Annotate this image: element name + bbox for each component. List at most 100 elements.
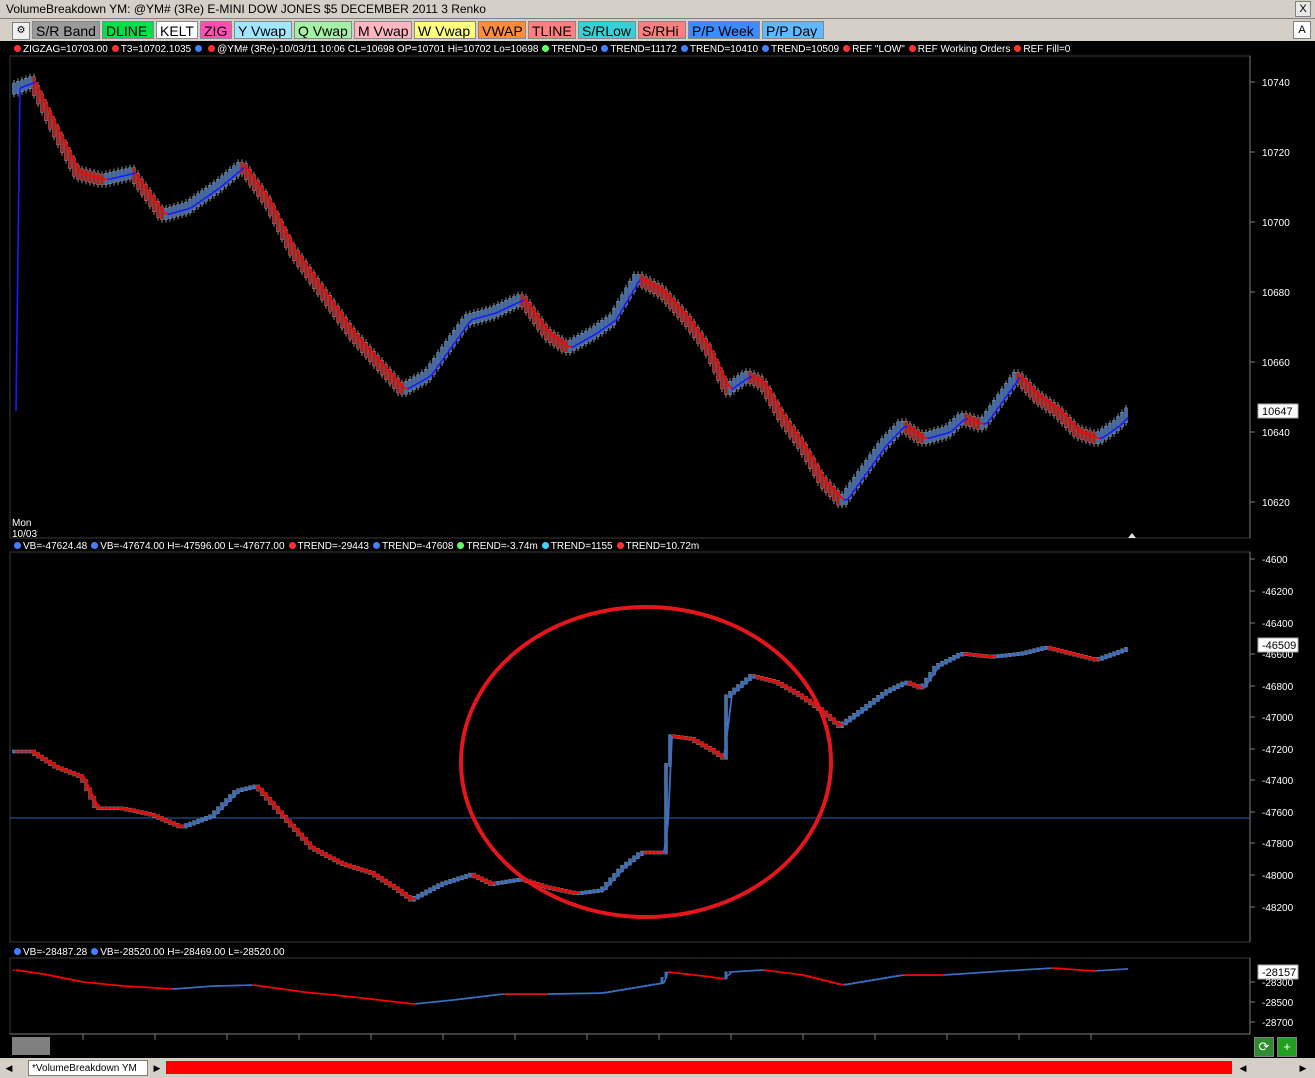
t3-trend-line (487, 313, 493, 317)
secondary-trend-line (267, 986, 273, 989)
chevron-left-icon[interactable]: ◀ (2, 1060, 16, 1076)
secondary-trend-line (255, 984, 261, 987)
volume-trend-line (515, 879, 521, 882)
secondary-trend-line (47, 974, 53, 977)
date-label-day: Mon (12, 518, 31, 529)
volume-trend-line (675, 735, 681, 738)
secondary-trend-line (715, 976, 721, 979)
volume-trend-line (511, 879, 517, 883)
t3-trend-line (931, 435, 937, 439)
y-tick-label: -48200 (1262, 903, 1294, 914)
scroll-right-icon[interactable]: ▶ (1296, 1060, 1310, 1076)
y-tick-label: -28300 (1262, 978, 1294, 989)
renko-candle (652, 280, 656, 295)
renko-candle (32, 76, 36, 96)
t3-trend-line (483, 314, 489, 318)
t3-trend-line (15, 88, 21, 412)
volume-trend-line (31, 750, 37, 754)
secondary-trend-line (619, 988, 625, 992)
volume-trend-line (595, 889, 601, 893)
volume-trend-line (443, 881, 449, 885)
secondary-trend-line (851, 982, 857, 985)
volume-trend-line (359, 867, 365, 871)
volume-trend-line (455, 878, 461, 882)
volume-trend-line (571, 891, 577, 894)
volume-trend-line (559, 888, 565, 892)
secondary-trend-line (263, 985, 269, 988)
workspace-tab[interactable]: *VolumeBreakdown YM (28, 1060, 148, 1076)
secondary-trend-line (607, 990, 613, 994)
volume-trend-line (247, 787, 253, 790)
t3-trend-line (179, 209, 185, 212)
renko-candle (640, 274, 644, 288)
volume-trend-line (727, 694, 733, 728)
y-tick-label: -28700 (1262, 1018, 1294, 1029)
refresh-icon[interactable]: ⟳ (1254, 1037, 1274, 1057)
secondary-trend-line (891, 975, 897, 978)
secondary-trend-line (51, 974, 57, 978)
secondary-trend-line (23, 970, 29, 973)
volume-trend-line (1091, 657, 1097, 661)
renko-candle (20, 79, 24, 93)
date-label-date: 10/03 (12, 529, 37, 540)
chart-area[interactable]: 10740 10720 10700 10680 10660 10640 10620 -4600… (0, 0, 1315, 1040)
volume-trend-line (243, 787, 249, 791)
volume-candle (12, 749, 16, 754)
t3-trend-line (491, 312, 497, 315)
t3-trend-line (95, 176, 101, 180)
volume-trend-line (1071, 652, 1077, 656)
t3-trend-line (175, 210, 181, 213)
volume-trend-line (579, 892, 585, 895)
volume-trend-line (463, 875, 469, 879)
volume-trend-line (591, 890, 597, 893)
volume-trend-line (251, 786, 257, 789)
secondary-trend-line (819, 978, 825, 981)
renko-candle (1104, 425, 1108, 440)
t3-trend-line (927, 436, 933, 440)
volume-trend-line (763, 677, 769, 681)
chart-scroll-thumb[interactable] (12, 1037, 50, 1055)
secondary-candle (12, 969, 16, 971)
add-icon[interactable]: + (1277, 1037, 1297, 1057)
renko-candle (500, 301, 504, 315)
volume-trend-line (563, 889, 569, 893)
scroll-left-icon[interactable]: ◀ (1236, 1060, 1250, 1076)
renko-candle (608, 314, 612, 329)
volume-trend-line (587, 891, 593, 894)
t3-trend-line (87, 174, 93, 177)
secondary-trend-line (271, 986, 277, 989)
volume-trend-line (555, 887, 561, 891)
chevron-right-icon[interactable]: ▶ (150, 1060, 164, 1076)
secondary-trend-line (811, 976, 817, 979)
y-tick-label: -46400 (1262, 619, 1294, 630)
volume-trend-line (759, 676, 765, 680)
secondary-trend-line (711, 976, 717, 979)
renko-candle (920, 432, 924, 444)
secondary-trend-line (847, 982, 853, 986)
volume-trend-line (459, 876, 465, 880)
renko-candle (756, 374, 760, 388)
renko-candle (752, 372, 756, 386)
renko-candle (212, 182, 216, 196)
t3-trend-line (403, 386, 409, 390)
secondary-trend-line (651, 983, 657, 986)
renko-candle (1108, 423, 1112, 437)
renko-candle (660, 285, 664, 300)
renko-candle (184, 201, 188, 215)
secondary-trend-line (79, 980, 85, 983)
secondary-trend-line (275, 987, 281, 990)
renko-candle (976, 417, 980, 430)
renko-candle (132, 167, 136, 185)
y-tick-label: 10700 (1262, 218, 1290, 229)
volume-trend-line (347, 863, 353, 867)
panel-frame (9, 551, 1251, 943)
secondary-trend-line (75, 979, 81, 982)
alert-bar (166, 1061, 1232, 1074)
renko-candle (560, 337, 564, 352)
renko-candle (740, 372, 744, 387)
secondary-trend-line (63, 977, 69, 980)
secondary-trend-line (287, 988, 293, 992)
secondary-trend-line (839, 983, 845, 986)
volume-trend-line (123, 807, 129, 811)
t3-trend-line (935, 434, 941, 437)
